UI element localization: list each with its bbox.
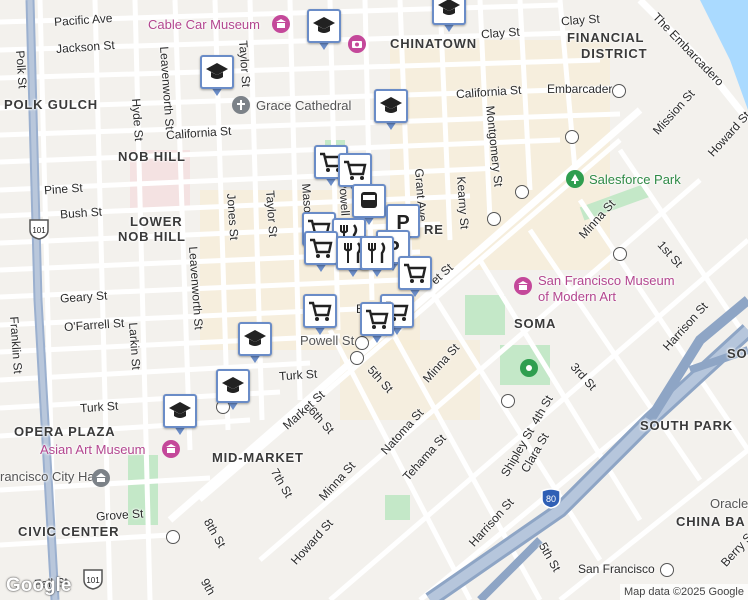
grocery-pin[interactable] (360, 302, 398, 346)
transit-icon[interactable] (565, 130, 579, 144)
shopping-cart-icon (344, 160, 367, 180)
poi-embarcadero-station[interactable]: Embarcadero (547, 82, 619, 96)
street-pine-st: Pine St (43, 180, 84, 198)
neighborhood-polk-gulch: POLK GULCH (4, 97, 98, 112)
school-pin[interactable] (432, 0, 470, 35)
street-hyde-st: Hyde St (129, 98, 146, 142)
street-clay-st-left: Clay St (480, 24, 521, 42)
neighborhood-union-square-partial: RE (424, 222, 444, 237)
transit-icon[interactable] (660, 563, 674, 577)
neighborhood-nob-hill: NOB HILL (118, 149, 186, 164)
transit-icon[interactable] (487, 212, 501, 226)
school-pin[interactable] (374, 89, 412, 133)
school-icon (380, 97, 402, 113)
school-icon (313, 17, 335, 33)
neighborhood-soma: SOMA (514, 316, 557, 331)
museum-icon[interactable] (514, 277, 532, 295)
school-icon (244, 330, 266, 346)
google-logo: Google (6, 575, 72, 596)
neighborhood-civic-center: CIVIC CENTER (18, 524, 120, 539)
i80-shield-icon: 80 (540, 487, 562, 509)
transit-icon[interactable] (166, 530, 180, 544)
school-pin[interactable] (163, 394, 201, 438)
school-pin[interactable] (200, 55, 238, 99)
street-bush-st: Bush St (59, 204, 103, 222)
neighborhood-financial: FINANCIAL (567, 30, 645, 45)
school-icon (438, 0, 460, 15)
school-icon (222, 377, 244, 393)
park-icon[interactable] (520, 359, 538, 377)
shopping-cart-icon (404, 263, 427, 283)
school-pin[interactable] (307, 9, 345, 53)
transit-icon[interactable] (350, 351, 364, 365)
poi-sfmoma-line1[interactable]: San Francisco Museum (538, 273, 675, 288)
transit-icon[interactable] (515, 185, 529, 199)
museum-icon[interactable] (162, 440, 180, 458)
street-turk-st-left: Turk St (79, 398, 119, 416)
us101-shield-icon: 101 (28, 218, 50, 240)
neighborhood-lower-nob-hill: NOB HILL (118, 229, 186, 244)
map-canvas[interactable]: CHINATOWN FINANCIAL DISTRICT POLK GULCH … (0, 0, 748, 600)
map-attribution[interactable]: Map data ©2025 Google (619, 584, 748, 600)
neighborhood-opera-plaza: OPERA PLAZA (14, 424, 116, 439)
us101-shield-icon: 101 (82, 568, 104, 590)
shopping-cart-icon (309, 301, 332, 321)
shopping-cart-icon (310, 238, 333, 258)
transit-icon[interactable] (612, 84, 626, 98)
i80-shield-label: 80 (546, 494, 556, 504)
bus-icon (361, 192, 377, 208)
poi-cable-car-museum[interactable]: Cable Car Museum (148, 17, 260, 32)
neighborhood-lower: LOWER (130, 214, 183, 229)
poi-san-francisco-station[interactable]: San Francisco (578, 562, 655, 576)
shopping-cart-icon (366, 309, 389, 329)
poi-oracle-park-partial[interactable]: Oracle (710, 496, 748, 511)
neighborhood-south-park: SOUTH PARK (640, 418, 733, 433)
neighborhood-mid-market: MID-MARKET (212, 450, 304, 465)
school-pin[interactable] (238, 322, 276, 366)
restaurant-icon (368, 242, 386, 263)
street-clay-st-right: Clay St (560, 11, 601, 29)
building-icon[interactable] (92, 469, 110, 487)
poi-asian-art-museum[interactable]: Asian Art Museum (40, 442, 146, 457)
transit-icon[interactable] (501, 394, 515, 408)
poi-grace-cathedral[interactable]: Grace Cathedral (256, 98, 351, 113)
transit-icon[interactable] (613, 247, 627, 261)
museum-icon[interactable] (272, 15, 290, 33)
poi-city-hall[interactable]: rancisco City Hall (0, 469, 100, 484)
street-turk-st-right: Turk St (278, 366, 318, 384)
restaurant-pin[interactable] (360, 236, 398, 280)
neighborhood-district: DISTRICT (581, 46, 648, 61)
neighborhood-china-basin: CHINA BA (676, 514, 746, 529)
camera-icon[interactable] (348, 35, 366, 53)
street-polk-st: Polk St (13, 50, 30, 89)
grocery-pin[interactable] (303, 294, 341, 338)
park-icon[interactable] (566, 170, 584, 188)
us101-shield-label: 101 (86, 576, 100, 585)
school-icon (206, 63, 228, 79)
school-icon (169, 402, 191, 418)
neighborhood-so-partial: SO (727, 346, 748, 361)
poi-salesforce-park[interactable]: Salesforce Park (589, 172, 681, 187)
school-pin[interactable] (216, 369, 254, 413)
neighborhood-chinatown: CHINATOWN (390, 36, 477, 51)
us101-shield-label: 101 (32, 226, 46, 235)
poi-sfmoma-line2[interactable]: of Modern Art (538, 289, 616, 304)
